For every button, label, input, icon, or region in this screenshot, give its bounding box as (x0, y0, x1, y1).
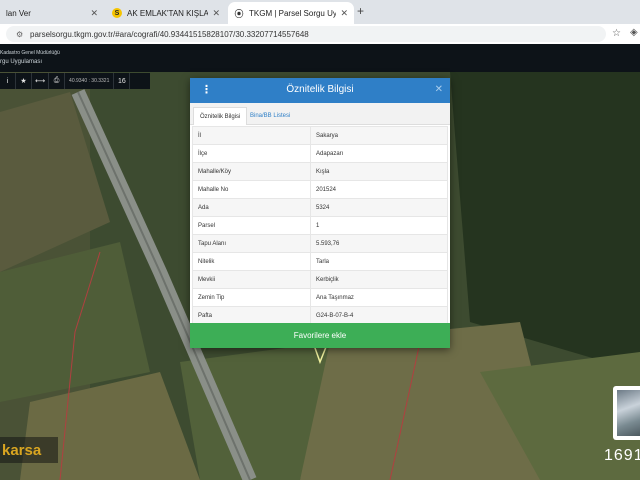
attribute-value: Kışla (310, 162, 448, 181)
table-row: Mahalle/Köy Kışla (192, 162, 448, 181)
close-icon[interactable]: ✕ (435, 84, 443, 95)
table-row: İl Sakarya (192, 126, 448, 145)
table-row: Mevkii Kerbiçlik (192, 270, 448, 289)
table-row: Nitelik Tarla (192, 252, 448, 271)
site-info-icon[interactable]: ⚙ (16, 30, 24, 39)
modal-tabs: Öznitelik Bilgisi Bina/BB Listesi (190, 103, 450, 125)
bookmark-star-icon[interactable]: ☆ (612, 28, 621, 39)
attribute-key: İlçe (192, 144, 311, 163)
table-row: Pafta G24-B-07-B-4 (192, 306, 448, 325)
attribute-key: Parsel (192, 216, 311, 235)
table-row: Ada 5324 (192, 198, 448, 217)
attribute-key: Tapu Alanı (192, 234, 311, 253)
table-row: Zemin Tip Ana Taşınmaz (192, 288, 448, 307)
add-to-favorites-button[interactable]: Favorilere ekle (190, 323, 450, 348)
favorites-tool-button[interactable]: ★ (16, 73, 32, 89)
print-tool-button[interactable]: ⎙ (49, 73, 66, 89)
coordinate-readout: 40.9340 : 30.3321 (65, 73, 115, 89)
agency-logo-watermark: karsa (0, 437, 58, 463)
browser-tab-bar: lan Ver ✕ S AK EMLAK'TAN KIŞLA MAH. ✕ ⦿ … (0, 0, 640, 24)
map-toolbar: i ★ ⟷ ⎙ 40.9340 : 30.3321 16 (0, 73, 150, 89)
attribute-key: Zemin Tip (192, 288, 311, 307)
attribute-key: İl (192, 126, 311, 145)
table-row: İlçe Adapazarı (192, 144, 448, 163)
attribute-value: 201524 (310, 180, 448, 199)
browser-tab-1[interactable]: lan Ver ✕ (0, 2, 104, 24)
url-text: parselsorgu.tkgm.gov.tr/#ara/cografi/40.… (30, 29, 309, 39)
attribute-key: Mahalle/Köy (192, 162, 311, 181)
attribute-value: Adapazarı (310, 144, 448, 163)
attribute-value: Ana Taşınmaz (310, 288, 448, 307)
close-icon[interactable]: ✕ (212, 8, 220, 19)
close-icon[interactable]: ✕ (90, 8, 98, 19)
attribute-key: Mahalle No (192, 180, 311, 199)
address-bar: ⚙ parselsorgu.tkgm.gov.tr/#ara/cografi/4… (0, 24, 640, 44)
location-pin-icon: ⦿ (234, 8, 244, 19)
organization-name: Kadastro Genel Müdürlüğü (0, 50, 60, 56)
browser-tab-2[interactable]: S AK EMLAK'TAN KIŞLA MAH. ✕ (106, 2, 226, 24)
tab-title: lan Ver (6, 8, 31, 18)
attribute-value: 1 (310, 216, 448, 235)
close-icon[interactable]: ✕ (340, 8, 348, 19)
extension-icon[interactable]: ◈ (630, 27, 638, 38)
attribute-table: İl Sakarya İlçe Adapazarı Mahalle/Köy Kışla… (192, 126, 448, 325)
zoom-level: 16 (114, 73, 131, 89)
modal-title: Öznitelik Bilgisi (286, 84, 354, 95)
application-name: rgu Uygulaması (0, 59, 43, 65)
app-header: Kadastro Genel Müdürlüğü rgu Uygulaması (0, 44, 640, 72)
attribute-info-modal: ⋮ Öznitelik Bilgisi ✕ Öznitelik Bilgisi … (190, 78, 450, 348)
attribute-value: G24-B-07-B-4 (310, 306, 448, 325)
attribute-value: Kerbiçlik (310, 270, 448, 289)
attribute-key: Pafta (192, 306, 311, 325)
tab-title: TKGM | Parsel Sorgu Uygulam (249, 8, 337, 18)
basemap-switcher[interactable] (613, 386, 640, 440)
measure-tool-button[interactable]: ⟷ (32, 73, 50, 89)
table-row: Mahalle No 201524 (192, 180, 448, 199)
attribute-value: Sakarya (310, 126, 448, 145)
browser-tab-3[interactable]: ⦿ TKGM | Parsel Sorgu Uygulam ✕ (228, 2, 354, 24)
attribute-key: Nitelik (192, 252, 311, 271)
tab-title: AK EMLAK'TAN KIŞLA MAH. (127, 8, 209, 18)
tab-attribute-info[interactable]: Öznitelik Bilgisi (193, 107, 248, 125)
new-tab-icon[interactable]: + (357, 4, 364, 18)
attribute-key: Mevkii (192, 270, 311, 289)
table-row: Parsel 1 (192, 216, 448, 235)
attribute-value: Tarla (310, 252, 448, 271)
modal-header: ⋮ Öznitelik Bilgisi ✕ (190, 78, 450, 103)
table-row: Tapu Alanı 5.593,76 (192, 234, 448, 253)
basemap-thumbnail (617, 390, 640, 436)
info-tool-button[interactable]: i (0, 73, 16, 89)
corner-number: 1691 (604, 447, 640, 464)
attribute-key: Ada (192, 198, 311, 217)
url-input[interactable]: ⚙ parselsorgu.tkgm.gov.tr/#ara/cografi/4… (6, 26, 606, 42)
site-favicon-icon: S (112, 8, 122, 18)
tab-building-list[interactable]: Bina/BB Listesi (244, 107, 296, 125)
attribute-value: 5324 (310, 198, 448, 217)
attribute-value: 5.593,76 (310, 234, 448, 253)
